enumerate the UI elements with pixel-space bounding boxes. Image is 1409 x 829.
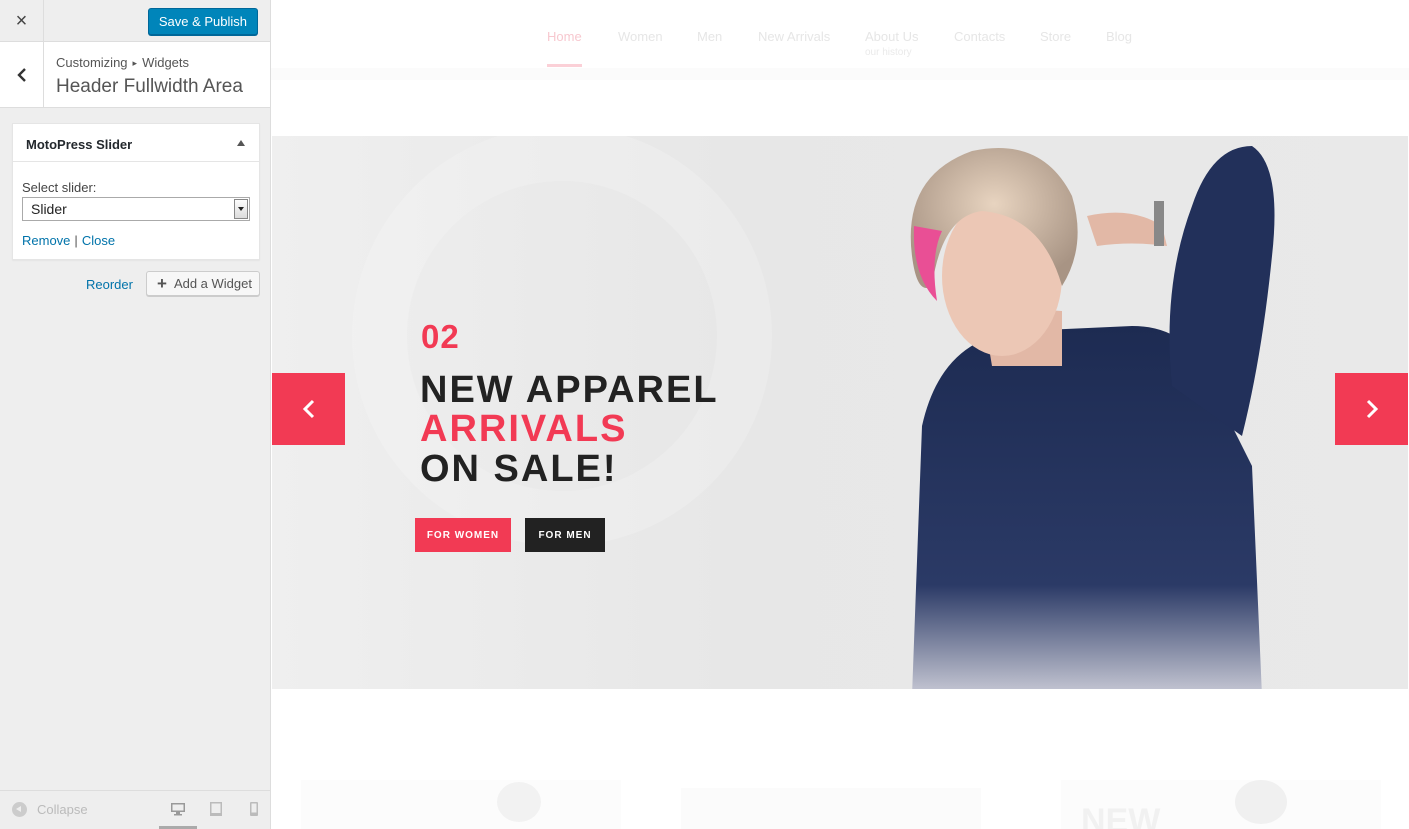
- chevron-right-icon: [1366, 399, 1378, 419]
- nav-about-us[interactable]: About Us: [865, 29, 918, 44]
- breadcrumb-separator-icon: ▸: [132, 58, 138, 68]
- nav-store[interactable]: Store: [1040, 29, 1071, 44]
- collapse-icon: [12, 802, 27, 817]
- nav-home[interactable]: Home: [547, 29, 582, 44]
- section-title: Header Fullwidth Area: [56, 76, 243, 97]
- dropdown-arrow-icon[interactable]: [234, 199, 248, 219]
- breadcrumb: Customizing ▸ Widgets: [56, 55, 189, 70]
- widget-header[interactable]: MotoPress Slider: [13, 124, 259, 162]
- back-button[interactable]: [0, 42, 44, 108]
- slider-select-value: Slider: [31, 201, 67, 217]
- select-slider-label: Select slider:: [22, 180, 97, 195]
- site-nav: Home Women Men New Arrivals About Us Con…: [271, 0, 1409, 68]
- customizer-footer: Collapse: [0, 790, 270, 829]
- slide-headline-line3: ON SALE!: [420, 448, 618, 490]
- close-icon: ×: [15, 9, 28, 32]
- motopress-slider-widget: MotoPress Slider Select slider: Slider R…: [12, 123, 260, 260]
- nav-blog[interactable]: Blog: [1106, 29, 1132, 44]
- slide-headline-line2: ARRIVALS: [420, 408, 628, 450]
- close-customizer-button[interactable]: ×: [0, 0, 44, 42]
- triangle-up-icon[interactable]: [237, 140, 245, 146]
- chevron-left-icon: [302, 399, 314, 419]
- for-men-button[interactable]: FOR MEN: [525, 518, 605, 552]
- nav-women[interactable]: Women: [618, 29, 663, 44]
- reorder-link[interactable]: Reorder: [86, 277, 133, 292]
- nav-new-arrivals[interactable]: New Arrivals: [758, 29, 830, 44]
- faded-new-text: NEW: [1081, 802, 1161, 829]
- slider-prev-button[interactable]: [272, 373, 345, 445]
- breadcrumb-customizing: Customizing: [56, 55, 128, 70]
- collapse-label: Collapse: [37, 802, 88, 817]
- mobile-icon[interactable]: [246, 801, 262, 817]
- customizer-app: × Save & Publish Customizing ▸ Widgets Hea…: [0, 0, 1409, 829]
- close-widget-link[interactable]: Close: [82, 233, 115, 248]
- model-photo: [910, 146, 1275, 689]
- collapse-button[interactable]: Collapse: [12, 802, 88, 817]
- nav-active-underline: [547, 64, 582, 67]
- nav-divider: [271, 68, 1409, 80]
- section-header: Customizing ▸ Widgets Header Fullwidth Are…: [0, 42, 270, 108]
- hero-slider: 02 NEW APPAREL ARRIVALS ON SALE! FOR WOM…: [272, 136, 1408, 689]
- breadcrumb-widgets: Widgets: [142, 55, 190, 70]
- slider-select[interactable]: Slider: [22, 197, 250, 221]
- save-publish-button[interactable]: Save & Publish: [147, 8, 258, 35]
- nav-contacts[interactable]: Contacts: [954, 29, 1005, 44]
- add-widget-button[interactable]: + Add a Widget: [146, 271, 260, 296]
- chevron-left-icon: [16, 68, 26, 82]
- customizer-header: × Save & Publish: [0, 0, 270, 42]
- tablet-icon[interactable]: [208, 801, 224, 817]
- widget-title: MotoPress Slider: [26, 137, 133, 152]
- faded-product-thumbnails: NEW: [301, 780, 1381, 829]
- remove-widget-link[interactable]: Remove: [22, 233, 70, 248]
- desktop-icon[interactable]: [170, 801, 186, 817]
- add-widget-label: Add a Widget: [173, 276, 252, 291]
- slide-headline-line1: NEW APPAREL: [420, 369, 719, 411]
- slider-next-button[interactable]: [1335, 373, 1408, 445]
- customizer-sidebar: × Save & Publish Customizing ▸ Widgets Hea…: [0, 0, 271, 829]
- for-women-button[interactable]: FOR WOMEN: [415, 518, 511, 552]
- plus-icon: +: [157, 274, 167, 293]
- actions-divider: |: [74, 233, 78, 248]
- nav-men[interactable]: Men: [697, 29, 722, 44]
- nav-about-sub: our history: [865, 47, 912, 58]
- slide-number: 02: [421, 318, 460, 355]
- site-preview: Home Women Men New Arrivals About Us Con…: [271, 0, 1409, 829]
- widget-actions: Remove | Close: [22, 233, 115, 248]
